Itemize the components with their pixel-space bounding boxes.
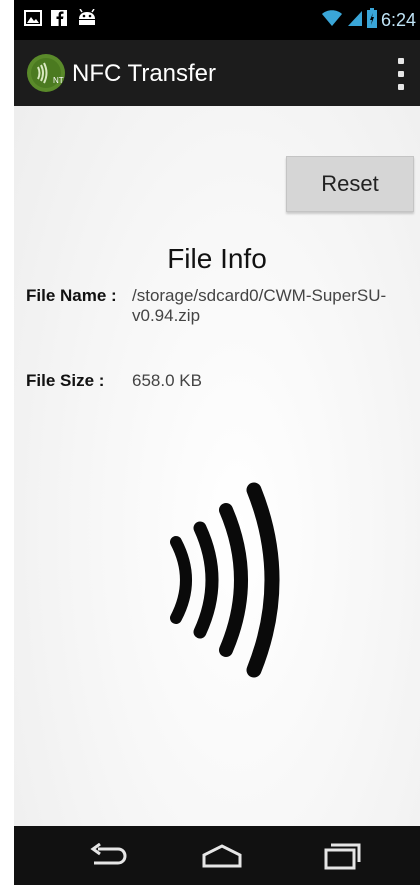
- svg-text:NT: NT: [53, 76, 64, 85]
- overflow-menu-icon[interactable]: [398, 58, 404, 90]
- file-name-value-line-1: /storage/sdcard0/CWM-SuperSU-: [132, 286, 387, 305]
- nfc-waves-icon: [166, 480, 296, 680]
- phone-screen: 6:24 NT NFC Transfer Reset File Info Fil…: [14, 0, 420, 885]
- status-bar: 6:24: [14, 0, 420, 40]
- system-icons: 6:24: [321, 8, 416, 33]
- gallery-icon: [24, 9, 42, 32]
- nfc-app-logo-icon[interactable]: NT: [26, 53, 66, 93]
- app-title: NFC Transfer: [72, 60, 217, 87]
- recents-icon[interactable]: [312, 836, 372, 876]
- notification-icons: [24, 8, 98, 32]
- file-name-value: /storage/sdcard0/CWM-SuperSU- v0.94.zip: [132, 286, 386, 326]
- facebook-icon: [50, 9, 68, 32]
- signal-icon: [347, 9, 363, 32]
- file-name-value-line-2: v0.94.zip: [132, 306, 201, 325]
- file-size-label: File Size :: [26, 371, 105, 390]
- file-info-title: File Info: [167, 243, 267, 274]
- battery-icon: [366, 8, 377, 33]
- reset-button[interactable]: Reset: [286, 156, 414, 212]
- navigation-bar: [14, 826, 420, 885]
- file-name-label: File Name :: [26, 286, 117, 305]
- home-icon[interactable]: [192, 836, 252, 876]
- back-icon[interactable]: [78, 836, 138, 876]
- action-bar: NT NFC Transfer: [14, 40, 420, 106]
- android-icon: [76, 8, 98, 32]
- file-size-value: 658.0 KB: [132, 371, 202, 390]
- wifi-icon: [321, 9, 343, 32]
- clock: 6:24: [380, 10, 416, 30]
